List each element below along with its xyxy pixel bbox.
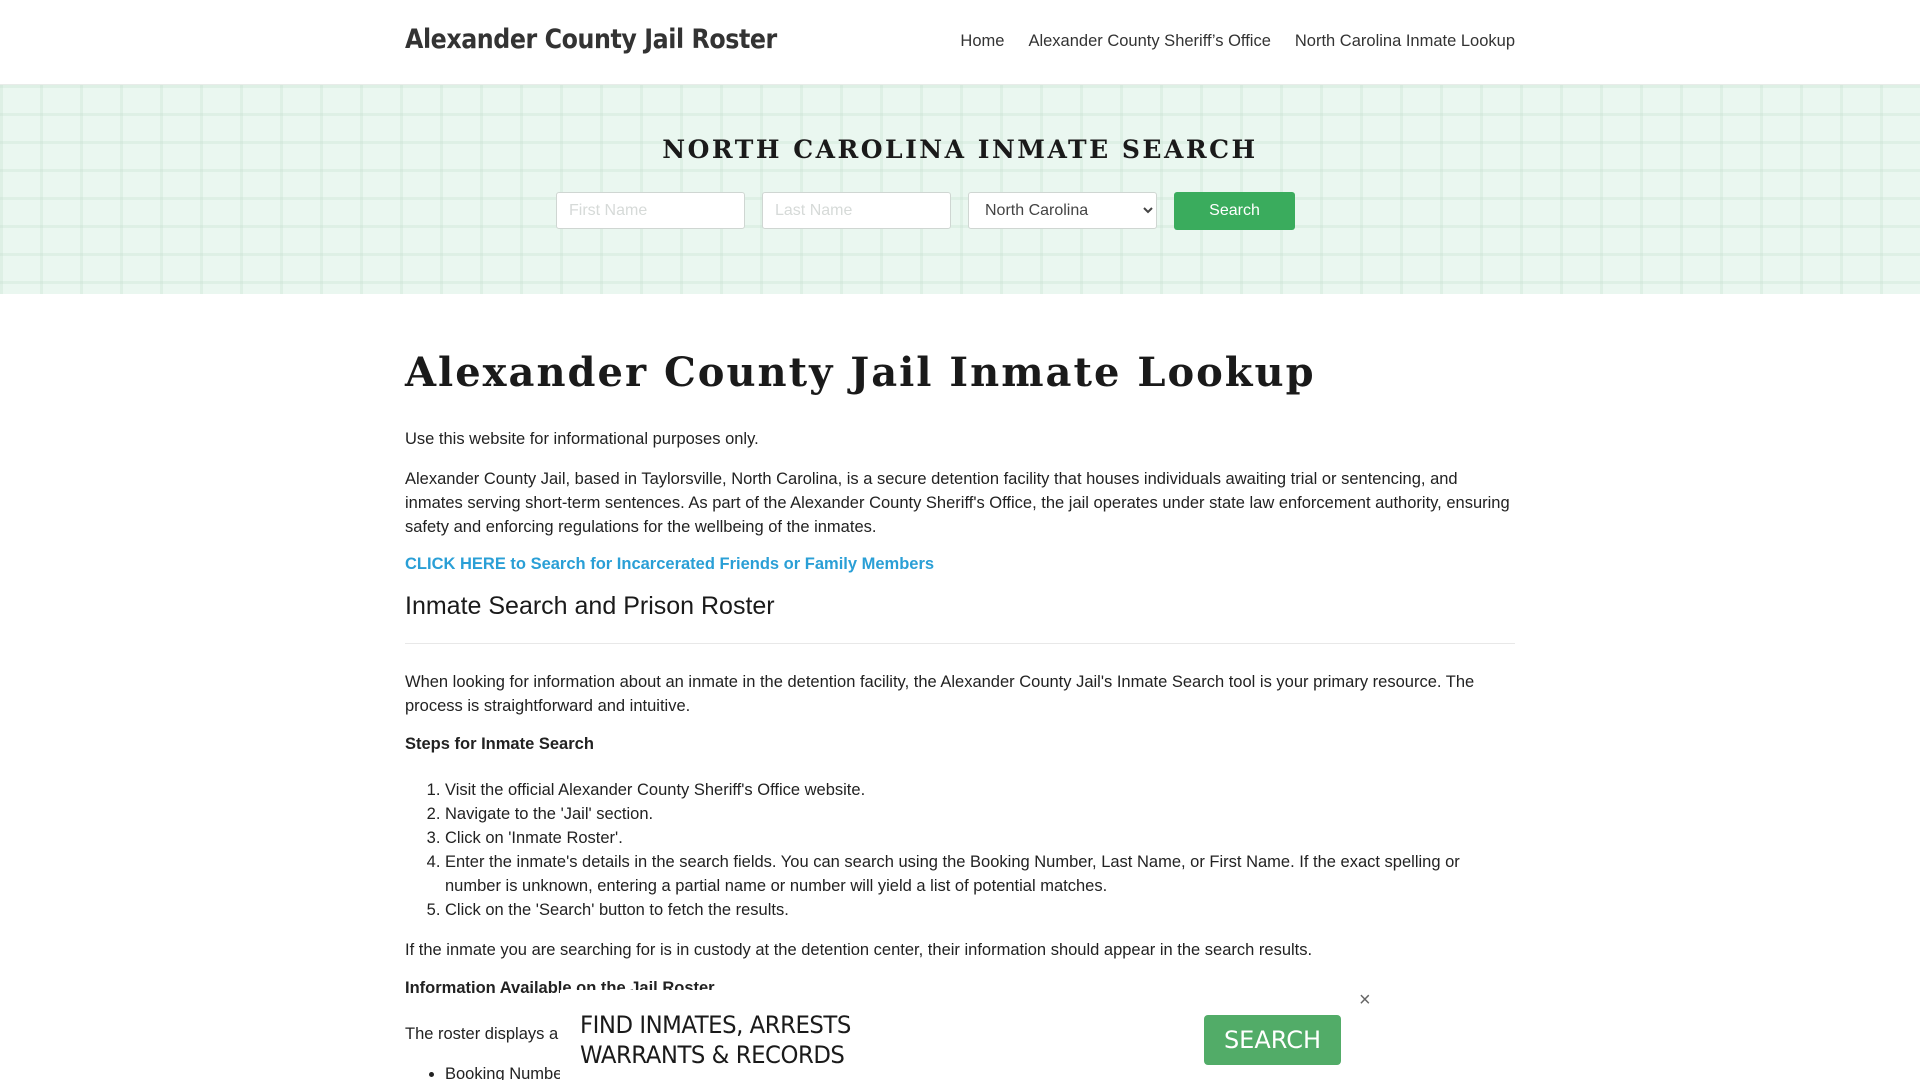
ad-headline: FIND INMATES, ARRESTS WARRANTS & RECORDS [580,1010,851,1070]
ad-banner: FIND INMATES, ARRESTS WARRANTS & RECORDS… [560,990,1370,1080]
first-name-input[interactable] [556,192,745,229]
inmate-search-form: North Carolina Search [556,192,1295,230]
list-item: Enter the inmate's details in the search… [445,850,1515,898]
search-banner: NORTH CAROLINA INMATE SEARCH North Carol… [0,85,1920,294]
after-steps-text: If the inmate you are searching for is i… [405,941,1313,959]
list-item: Visit the official Alexander County Sher… [445,778,1515,802]
steps-title: Steps for Inmate Search [405,735,594,753]
ad-line-1: FIND INMATES, ARRESTS [580,1011,851,1039]
list-item: Click on 'Inmate Roster'. [445,826,1515,850]
search-friends-family-link[interactable]: CLICK HERE to Search for Incarcerated Fr… [405,555,934,574]
nav-sheriffs-office[interactable]: Alexander County Sheriff’s Office [1028,32,1270,51]
nav-home[interactable]: Home [960,32,1004,51]
last-name-input[interactable] [762,192,951,229]
list-item: Click on the 'Search' button to fetch th… [445,898,1515,922]
page-title: Alexander County Jail Inmate Lookup [405,349,1316,396]
banner-title: NORTH CAROLINA INMATE SEARCH [662,135,1258,164]
section-intro: When looking for information about an in… [405,673,1475,715]
main-nav: Home Alexander County Sheriff’s Office N… [960,32,1515,51]
ad-line-2: WARRANTS & RECORDS [580,1041,845,1069]
close-icon[interactable]: × [1359,990,1371,1010]
site-header: Alexander County Jail Roster Home Alexan… [0,0,1920,85]
search-button[interactable]: Search [1174,192,1295,230]
section-title: Inmate Search and Prison Roster [405,592,1515,644]
steps-list: Visit the official Alexander County Sher… [405,778,1515,922]
site-title[interactable]: Alexander County Jail Roster [405,24,777,55]
state-select[interactable]: North Carolina [968,192,1157,229]
nav-nc-inmate-lookup[interactable]: North Carolina Inmate Lookup [1295,32,1515,51]
intro-text: Use this website for informational purpo… [405,430,759,448]
list-item: Navigate to the 'Jail' section. [445,802,1515,826]
description-text: Alexander County Jail, based in Taylorsv… [405,470,1510,536]
main-content: Alexander County Jail Inmate Lookup Use … [405,294,1515,1080]
ad-search-button[interactable]: SEARCH [1204,1015,1341,1065]
